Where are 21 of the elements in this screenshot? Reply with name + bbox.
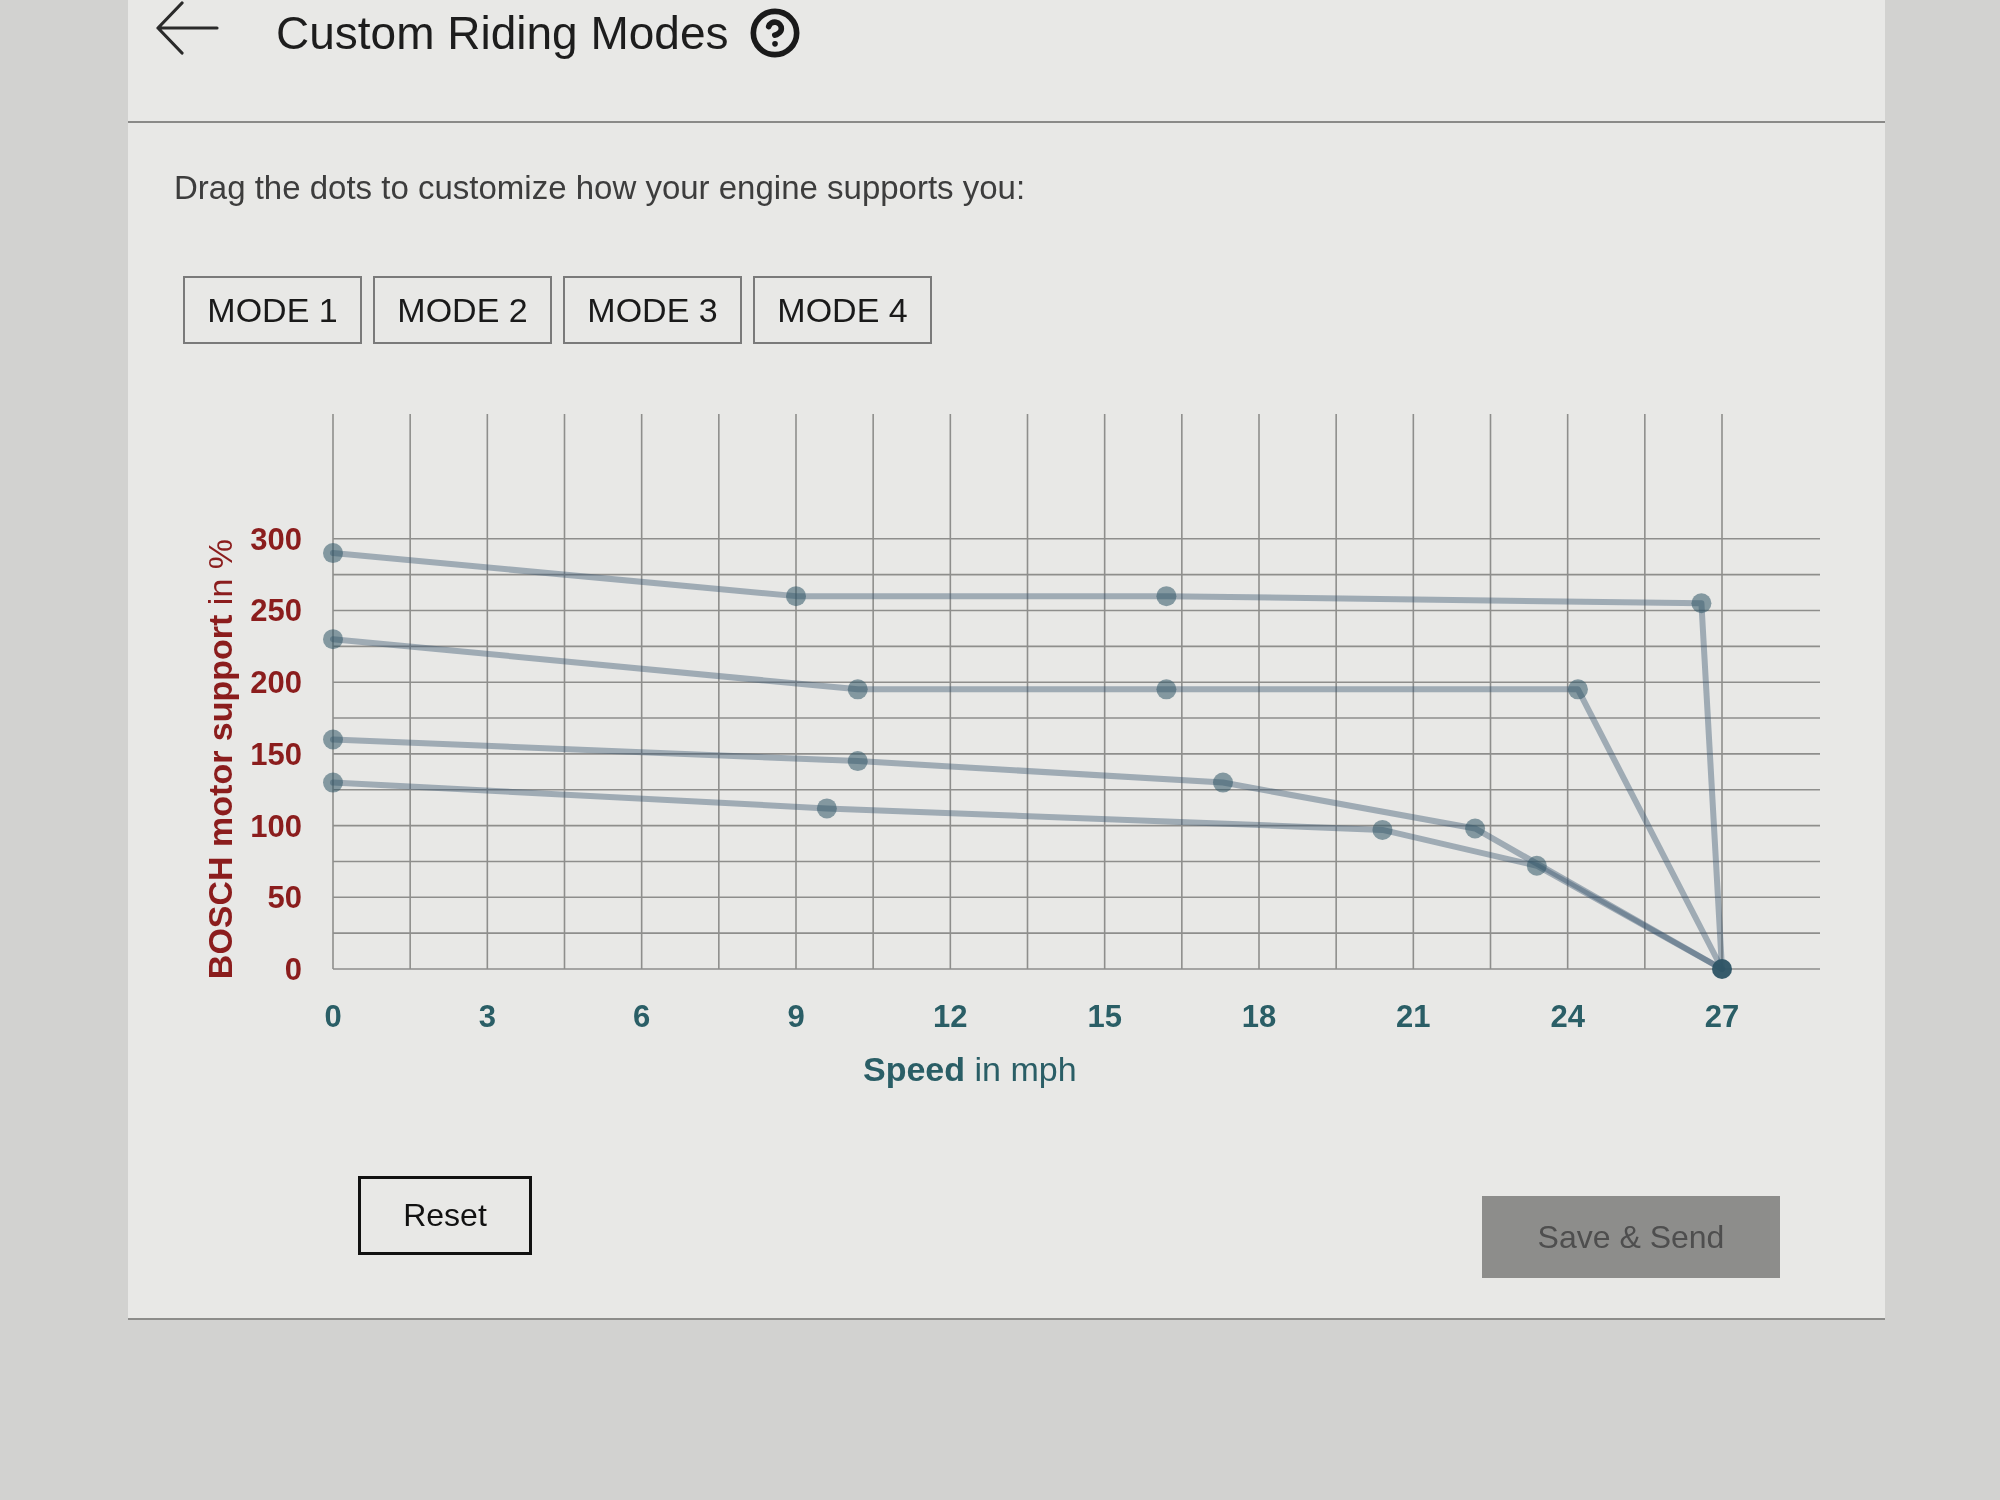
x-axis-label: Speed in mph — [863, 1049, 1077, 1089]
y-tick-label: 200 — [250, 665, 302, 701]
x-tick-label: 21 — [1396, 999, 1431, 1034]
y-tick-label: 0 — [284, 952, 302, 987]
x-tick-label: 6 — [633, 999, 651, 1034]
y-tick-label: 250 — [250, 593, 302, 629]
y-tick-label: 300 — [250, 521, 302, 557]
page-title: Custom Riding Modes — [276, 6, 729, 61]
x-tick-label: 3 — [478, 999, 496, 1034]
y-axis-label: BOSCH motor support in % — [200, 539, 240, 980]
x-tick-label: 27 — [1704, 999, 1740, 1034]
x-tick-label: 24 — [1550, 999, 1585, 1034]
instruction-text: Drag the dots to customize how your engine supports you: — [174, 168, 1026, 208]
y-tick-label: 100 — [250, 808, 302, 844]
x-tick-label: 15 — [1087, 999, 1122, 1034]
x-tick-label: 0 — [324, 999, 342, 1034]
x-tick-label: 12 — [933, 999, 968, 1034]
x-tick-label: 9 — [787, 999, 805, 1034]
x-tick-label: 18 — [1241, 999, 1277, 1034]
y-tick-label: 50 — [267, 880, 302, 916]
y-tick-label: 150 — [250, 736, 302, 772]
